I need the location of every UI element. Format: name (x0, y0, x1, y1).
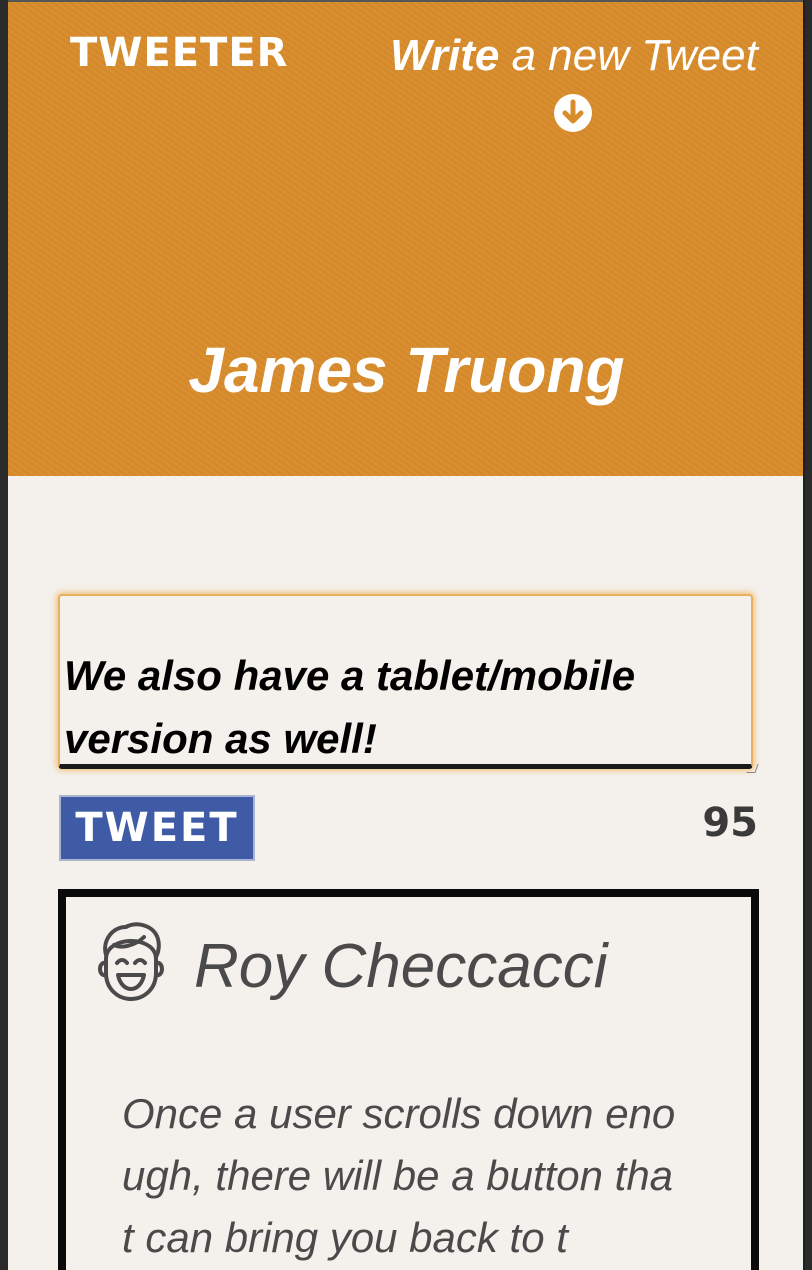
resize-grip-icon[interactable] (746, 764, 759, 773)
tweet-card: Roy Checcacci Once a user scrolls down e… (58, 889, 759, 1270)
smiling-face-avatar-icon (98, 922, 164, 1001)
tweet-body: Once a user scrolls down enough, there w… (122, 1090, 676, 1261)
page-header: TWEETER Write a new Tweet James Truong (8, 0, 805, 476)
tweet-input[interactable]: We also have a tablet/mobile version as … (58, 594, 753, 769)
profile-name: James Truong (188, 334, 625, 406)
tweet-author-name[interactable]: Roy Checcacci (194, 927, 607, 1007)
write-tweet-toggle[interactable]: Write a new Tweet (390, 28, 758, 139)
character-counter: 95 (702, 800, 758, 846)
arrow-circle-down-icon[interactable] (552, 92, 594, 134)
tweet-button[interactable]: TWEET (59, 795, 255, 861)
write-word: Write (390, 31, 500, 80)
write-rest: a new Tweet (499, 31, 758, 80)
brand-logo[interactable]: TWEETER (70, 28, 288, 78)
app-frame: TWEETER Write a new Tweet James Truong W… (8, 0, 805, 1270)
write-tweet-label[interactable]: Write a new Tweet (390, 28, 758, 84)
